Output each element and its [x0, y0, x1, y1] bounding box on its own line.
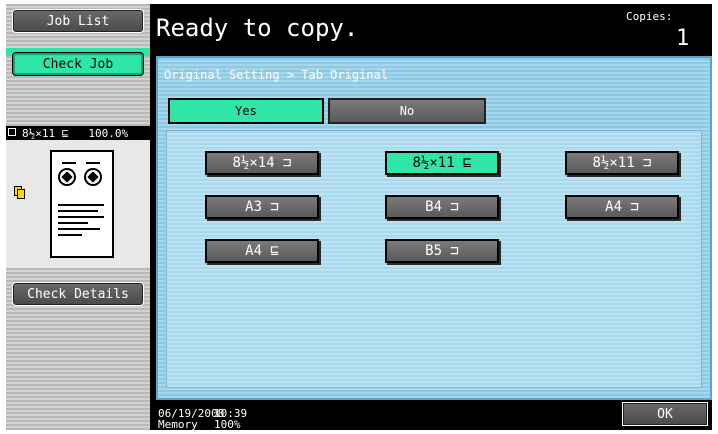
check-job-button[interactable]: Check Job	[12, 52, 144, 76]
paper-tray-icon	[8, 128, 16, 136]
size-b5-button[interactable]: B5 ⊐	[385, 239, 499, 263]
size-b4-button[interactable]: B4 ⊐	[385, 195, 499, 219]
page-thumbnail	[50, 150, 114, 258]
memory-value: 100%	[214, 418, 241, 431]
size-8-5x14-landscape-button[interactable]: 8½×14 ⊐	[205, 151, 319, 175]
copy-preview	[6, 140, 150, 268]
breadcrumb: Original Setting > Tab Original	[164, 68, 388, 82]
size-a4-landscape-button[interactable]: A4 ⊐	[565, 195, 679, 219]
yes-toggle-button[interactable]: Yes	[168, 98, 324, 124]
memory-label: Memory	[158, 418, 198, 431]
no-toggle-button[interactable]: No	[328, 98, 486, 124]
copies-count: 1	[676, 26, 690, 51]
check-details-button[interactable]: Check Details	[12, 282, 144, 306]
zoom-label: 100.0%	[88, 126, 129, 140]
size-a3-button[interactable]: A3 ⊐	[205, 195, 319, 219]
settings-panel: Original Setting > Tab Original Yes No 8…	[156, 56, 712, 400]
left-sidebar: Job List Check Job 8½×11 ⊑ 100.0% Check …	[6, 4, 150, 430]
copies-label: Copies:	[626, 10, 673, 23]
size-options-area: 8½×14 ⊐ 8½×11 ⊑ 8½×11 ⊐ A3 ⊐ B4 ⊐ A4 ⊐ A…	[166, 130, 702, 388]
paper-size-label: 8½×11 ⊑	[22, 126, 69, 140]
copier-screen: Job List Check Job 8½×11 ⊑ 100.0% Check …	[6, 4, 712, 430]
status-title: Ready to copy.	[156, 14, 359, 42]
paper-info-bar: 8½×11 ⊑ 100.0%	[6, 126, 150, 140]
size-8-5x11-landscape-button[interactable]: 8½×11 ⊐	[565, 151, 679, 175]
ok-button[interactable]: OK	[622, 402, 708, 426]
size-8-5x11-portrait-button[interactable]: 8½×11 ⊑	[385, 151, 499, 175]
size-a4-portrait-button[interactable]: A4 ⊑	[205, 239, 319, 263]
job-list-button[interactable]: Job List	[12, 9, 144, 33]
page-stack-icon	[14, 186, 26, 200]
date-memory-info: 06/19/200810:39 Memory 100%	[158, 408, 270, 430]
